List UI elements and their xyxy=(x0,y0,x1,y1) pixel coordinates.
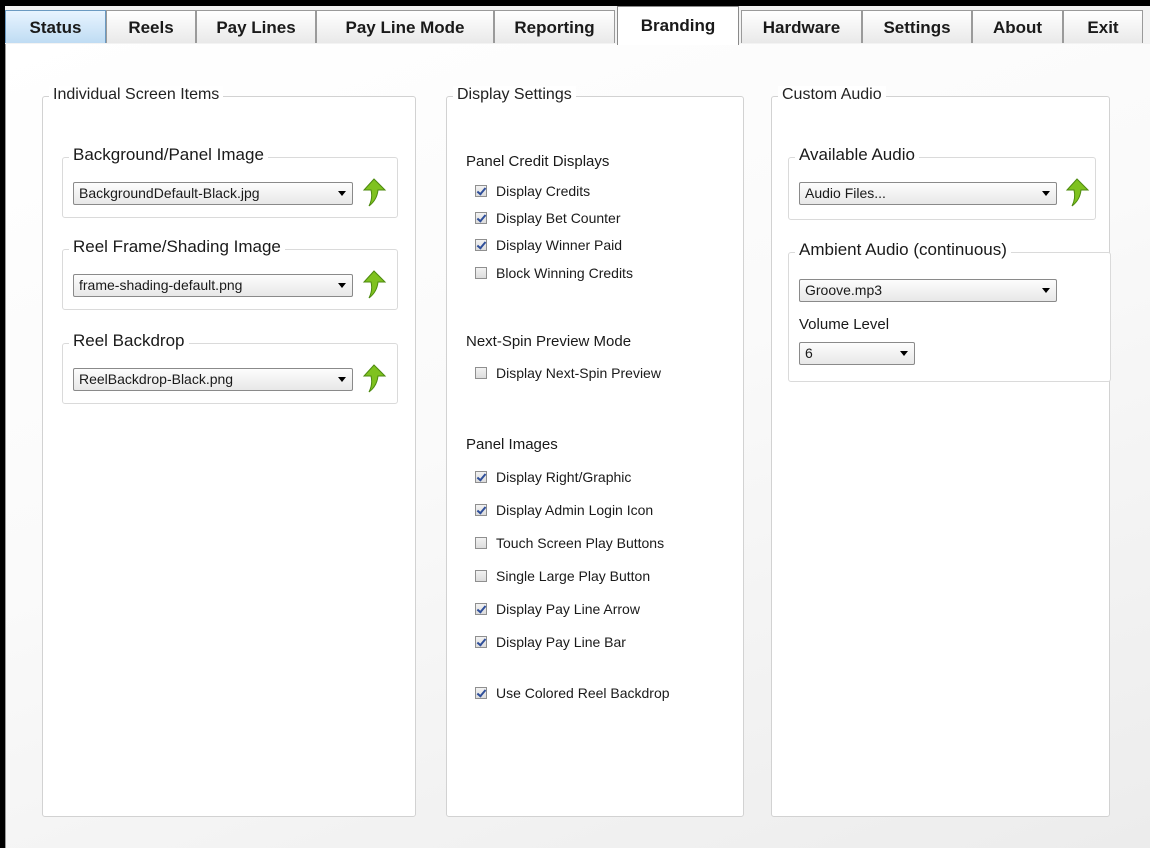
custom-audio-panel: Custom Audio Available Audio Audio Files… xyxy=(771,86,1111,817)
tab-about[interactable]: About xyxy=(972,10,1063,43)
chevron-down-icon xyxy=(338,191,346,196)
chevron-down-icon xyxy=(338,377,346,382)
display-pay-line-bar-checkbox[interactable]: Display Pay Line Bar xyxy=(475,632,626,652)
tab-pay-line-mode[interactable]: Pay Line Mode xyxy=(316,10,494,43)
checkbox-label: Display Pay Line Arrow xyxy=(496,601,640,617)
single-large-play-button-checkbox[interactable]: Single Large Play Button xyxy=(475,566,650,586)
select-value: ReelBackdrop-Black.png xyxy=(79,371,234,387)
checkbox-box xyxy=(475,367,487,379)
checkbox-box xyxy=(475,185,487,197)
checkbox-label: Touch Screen Play Buttons xyxy=(496,535,665,551)
checkbox-label: Display Right/Graphic xyxy=(496,469,632,485)
checkbox-box xyxy=(475,537,487,549)
panel-title: Individual Screen Items xyxy=(49,86,224,104)
chevron-down-icon xyxy=(338,283,346,288)
tab-pay-lines[interactable]: Pay Lines xyxy=(196,10,316,43)
checkbox-label: Use Colored Reel Backdrop xyxy=(496,685,670,701)
use-colored-reel-backdrop-checkbox[interactable]: Use Colored Reel Backdrop xyxy=(475,683,670,703)
panel-images-label: Panel Images xyxy=(466,436,558,453)
reel-backdrop-group: Reel Backdrop ReelBackdrop-Black.png xyxy=(62,331,398,404)
checkbox-label: Display Next-Spin Preview xyxy=(496,365,661,381)
available-audio-select[interactable]: Audio Files... xyxy=(799,182,1057,205)
chevron-down-icon xyxy=(1042,288,1050,293)
tab-reporting[interactable]: Reporting xyxy=(494,10,615,43)
group-title: Reel Backdrop xyxy=(69,331,189,351)
touch-screen-play-buttons-checkbox[interactable]: Touch Screen Play Buttons xyxy=(475,533,664,553)
reel-frame-shading-group: Reel Frame/Shading Image frame-shading-d… xyxy=(62,237,398,310)
checkbox-box xyxy=(475,603,487,615)
display-pay-line-arrow-checkbox[interactable]: Display Pay Line Arrow xyxy=(475,599,640,619)
panel-credit-displays-label: Panel Credit Displays xyxy=(466,153,610,170)
panel-title: Display Settings xyxy=(453,86,576,104)
display-next-spin-preview-checkbox[interactable]: Display Next-Spin Preview xyxy=(475,363,661,383)
checkbox-label: Single Large Play Button xyxy=(496,568,651,584)
chevron-down-icon xyxy=(1042,191,1050,196)
block-winning-credits-checkbox[interactable]: Block Winning Credits xyxy=(475,263,633,283)
panel-title: Custom Audio xyxy=(778,86,886,104)
reel-backdrop-select[interactable]: ReelBackdrop-Black.png xyxy=(73,368,353,391)
select-value: BackgroundDefault-Black.jpg xyxy=(79,185,260,201)
upload-arrow-icon[interactable] xyxy=(1064,178,1090,208)
select-value: Audio Files... xyxy=(805,185,886,201)
upload-arrow-icon[interactable] xyxy=(361,270,387,300)
reel-frame-select[interactable]: frame-shading-default.png xyxy=(73,274,353,297)
display-credits-checkbox[interactable]: Display Credits xyxy=(475,181,590,201)
volume-level-label: Volume Level xyxy=(799,316,890,333)
group-title: Ambient Audio (continuous) xyxy=(795,240,1011,260)
checkbox-label: Display Bet Counter xyxy=(496,210,621,226)
checkbox-box xyxy=(475,471,487,483)
available-audio-group: Available Audio Audio Files... xyxy=(788,145,1096,220)
checkbox-box xyxy=(475,570,487,582)
background-panel-image-group: Background/Panel Image BackgroundDefault… xyxy=(62,145,398,218)
background-image-select[interactable]: BackgroundDefault-Black.jpg xyxy=(73,182,353,205)
display-settings-panel: Display Settings Panel Credit Displays D… xyxy=(446,86,744,817)
select-value: Groove.mp3 xyxy=(805,282,883,298)
group-title: Reel Frame/Shading Image xyxy=(69,237,285,257)
checkbox-label: Display Credits xyxy=(496,183,591,199)
checkbox-box xyxy=(475,504,487,516)
display-bet-counter-checkbox[interactable]: Display Bet Counter xyxy=(475,208,621,228)
checkbox-box xyxy=(475,212,487,224)
display-right-graphic-checkbox[interactable]: Display Right/Graphic xyxy=(475,467,631,487)
upload-arrow-icon[interactable] xyxy=(361,178,387,208)
display-winner-paid-checkbox[interactable]: Display Winner Paid xyxy=(475,235,622,255)
tab-bar: Status Reels Pay Lines Pay Line Mode Rep… xyxy=(5,6,1150,45)
checkbox-box xyxy=(475,239,487,251)
tab-reels[interactable]: Reels xyxy=(106,10,196,43)
tab-exit[interactable]: Exit xyxy=(1063,10,1143,43)
volume-level-select[interactable]: 6 xyxy=(799,342,915,365)
checkbox-box xyxy=(475,687,487,699)
checkbox-box xyxy=(475,636,487,648)
next-spin-preview-mode-label: Next-Spin Preview Mode xyxy=(466,333,632,350)
group-title: Background/Panel Image xyxy=(69,145,268,165)
tab-status[interactable]: Status xyxy=(5,10,106,43)
tab-settings[interactable]: Settings xyxy=(862,10,972,43)
checkbox-label: Display Pay Line Bar xyxy=(496,634,626,650)
checkbox-label: Display Admin Login Icon xyxy=(496,502,654,518)
app-window: Status Reels Pay Lines Pay Line Mode Rep… xyxy=(5,6,1150,848)
group-title: Available Audio xyxy=(795,145,919,165)
checkbox-box xyxy=(475,267,487,279)
individual-screen-items-panel: Individual Screen Items Background/Panel… xyxy=(42,86,416,817)
ambient-audio-group: Ambient Audio (continuous) Groove.mp3 Vo… xyxy=(788,240,1111,382)
select-value: 6 xyxy=(805,345,813,361)
display-admin-login-icon-checkbox[interactable]: Display Admin Login Icon xyxy=(475,500,653,520)
select-value: frame-shading-default.png xyxy=(79,277,243,293)
checkbox-label: Display Winner Paid xyxy=(496,237,623,253)
chevron-down-icon xyxy=(900,351,908,356)
upload-arrow-icon[interactable] xyxy=(361,364,387,394)
tab-hardware[interactable]: Hardware xyxy=(741,10,862,43)
checkbox-label: Block Winning Credits xyxy=(496,265,633,281)
branding-content: Individual Screen Items Background/Panel… xyxy=(5,44,1150,848)
ambient-audio-select[interactable]: Groove.mp3 xyxy=(799,279,1057,302)
tab-branding[interactable]: Branding xyxy=(617,6,739,45)
